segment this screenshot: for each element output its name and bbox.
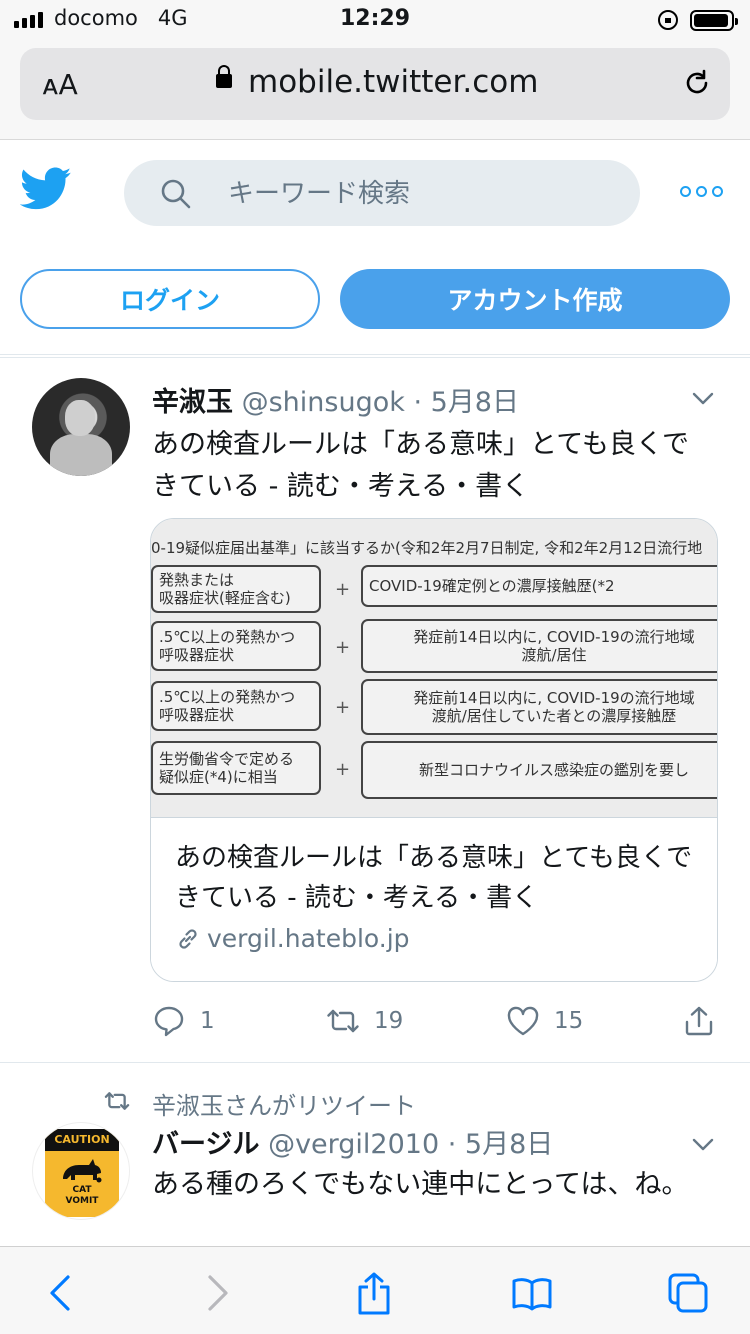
tweet-date[interactable]: 5月8日	[465, 1129, 553, 1160]
divider	[0, 1062, 750, 1063]
reply-button[interactable]: 1	[152, 1004, 215, 1038]
bookmarks-icon[interactable]	[510, 1271, 554, 1315]
tweet-actions: 1 19 15	[152, 1004, 722, 1044]
card-image-plus: +	[335, 759, 351, 780]
search-icon	[161, 179, 191, 209]
avatar[interactable]	[32, 378, 130, 476]
divider	[0, 357, 750, 358]
card-body[interactable]: あの検査ルールは「ある意味」とても良くできている - 読む・考える・書く ver…	[151, 817, 717, 981]
address-bar[interactable]: ᴀA mobile.twitter.com	[20, 48, 730, 120]
card-image-plus: +	[335, 637, 351, 658]
card-image-cell: 発熱または 吸器症状(軽症含む)	[151, 565, 321, 613]
tweet-header: バージル @vergil2010 · 5月8日	[152, 1122, 553, 1161]
card-image-cell: .5℃以上の発熱かつ 呼吸器症状	[151, 621, 321, 671]
card-image-cell: .5℃以上の発熱かつ 呼吸器症状	[151, 681, 321, 731]
rotation-lock-icon	[658, 10, 678, 30]
share-icon[interactable]	[352, 1271, 396, 1315]
retweet-icon	[327, 1009, 359, 1033]
tweet-text: あの検査ルールは「ある意味」とても良くできている - 読む・考える・書く	[152, 429, 690, 502]
more-icon[interactable]	[680, 186, 723, 197]
card-image-cell: 発症前14日以内に, COVID-19の流行地域 渡航/居住	[361, 619, 717, 673]
author-handle[interactable]: @shinsugok	[242, 387, 405, 418]
reply-icon	[154, 1006, 184, 1037]
retweet-button[interactable]: 19	[326, 1004, 403, 1038]
avatar-cat-vomit-label: CAT VOMIT	[65, 1185, 99, 1206]
url-domain[interactable]: mobile.twitter.com	[248, 64, 538, 100]
author-name[interactable]: 辛淑玉	[152, 387, 233, 418]
like-button[interactable]: 15	[506, 1004, 583, 1038]
card-image[interactable]: 0-19疑似症届出基準」に該当するか(令和2年2月7日制定, 令和2年2月12日…	[151, 519, 717, 817]
caution-sign-avatar: CAUTION CAT VOMIT	[45, 1129, 119, 1217]
retweet-count: 19	[374, 1008, 404, 1034]
card-title[interactable]: あの検査ルールは「ある意味」とても良くできている - 読む・考える・書く	[175, 838, 705, 918]
link-icon	[179, 928, 197, 949]
card-image-cell: COVID-19確定例との濃厚接触歴(*2	[361, 565, 717, 607]
separator-dot: ·	[447, 1129, 465, 1160]
link-card[interactable]: 0-19疑似症届出基準」に該当するか(令和2年2月7日制定, 令和2年2月12日…	[150, 518, 718, 982]
card-image-cell: 発症前14日以内に, COVID-19の流行地域 渡航/居住していた者との濃厚接…	[361, 679, 717, 735]
retweeted-by-label[interactable]: 辛淑玉さんがリツイート	[152, 1086, 416, 1121]
card-image-heading: 0-19疑似症届出基準」に該当するか(令和2年2月7日制定, 令和2年2月12日…	[151, 539, 703, 557]
separator-dot: ·	[413, 387, 431, 418]
cat-icon	[63, 1159, 102, 1183]
avatar-caution-label: CAUTION	[45, 1129, 119, 1151]
heart-icon	[507, 1006, 539, 1036]
avatar[interactable]: CAUTION CAT VOMIT	[32, 1122, 130, 1220]
lock-icon	[216, 65, 232, 88]
search-bar[interactable]	[124, 160, 640, 226]
tweet-text: ある種のろくでもない連中にとっては、ね。	[152, 1169, 689, 1200]
login-button[interactable]: ログイン	[20, 269, 320, 329]
signup-button[interactable]: アカウント作成	[340, 269, 730, 329]
back-icon[interactable]	[40, 1271, 84, 1315]
share-icon	[685, 1006, 713, 1036]
card-image-cell: 新型コロナウイルス感染症の鑑別を要し	[361, 741, 717, 799]
tweet-header: 辛淑玉 @shinsugok · 5月8日	[152, 380, 519, 419]
tabs-icon[interactable]	[666, 1271, 710, 1315]
card-image-plus: +	[335, 579, 351, 600]
battery-icon	[690, 10, 738, 31]
text-size-button[interactable]: ᴀA	[42, 68, 78, 101]
card-link[interactable]: vergil.hateblo.jp	[175, 924, 410, 953]
clock: 12:29	[339, 6, 411, 31]
reload-icon[interactable]	[682, 68, 712, 98]
status-bar: docomo 4G 12:29	[0, 0, 750, 40]
card-image-plus: +	[335, 697, 351, 718]
forward-icon[interactable]	[194, 1271, 238, 1315]
card-domain[interactable]: vergil.hateblo.jp	[207, 924, 410, 953]
share-button[interactable]	[682, 1004, 716, 1038]
author-handle[interactable]: @vergil2010	[268, 1129, 439, 1160]
card-image-cell: 生労働省令で定める 疑似症(*4)に相当	[151, 741, 321, 795]
retweet-icon	[104, 1092, 130, 1110]
divider	[0, 354, 750, 355]
like-count: 15	[554, 1008, 584, 1034]
browser-toolbar	[0, 1246, 750, 1334]
chevron-down-icon[interactable]	[692, 392, 714, 406]
reply-count: 1	[200, 1008, 215, 1034]
tweet-date[interactable]: 5月8日	[431, 387, 519, 418]
search-input[interactable]	[228, 176, 608, 212]
author-name[interactable]: バージル	[152, 1129, 259, 1160]
browser-address-area: ᴀA mobile.twitter.com	[0, 40, 750, 140]
chevron-down-icon[interactable]	[692, 1138, 714, 1152]
twitter-bird-icon[interactable]	[20, 166, 72, 212]
